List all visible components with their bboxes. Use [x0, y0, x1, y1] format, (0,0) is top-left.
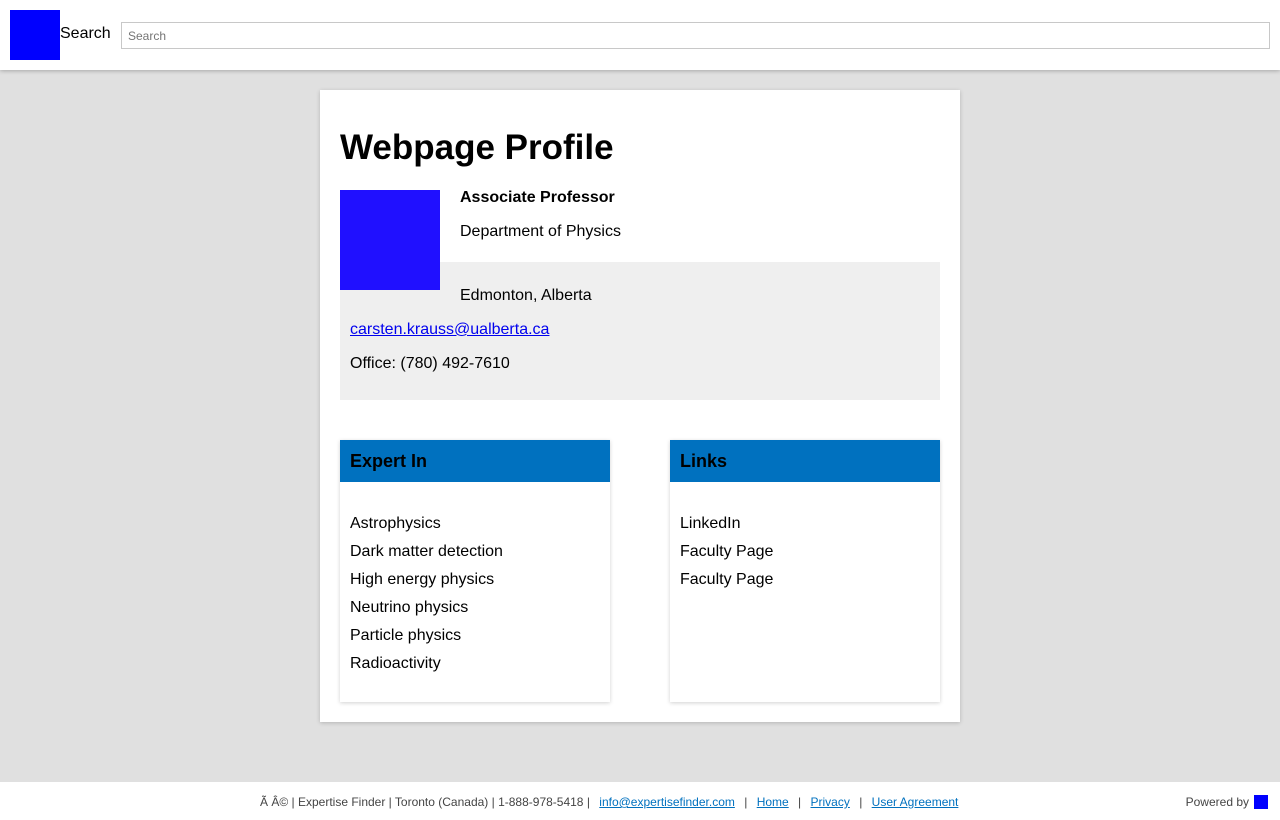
- footer: Ã Â© | Expertise Finder | Toronto (Canad…: [0, 782, 1280, 820]
- location: Edmonton, Alberta: [460, 287, 592, 304]
- avatar: [340, 190, 440, 290]
- footer-separator: |: [859, 795, 863, 809]
- link-item-faculty-page[interactable]: Faculty Page: [680, 538, 930, 566]
- site-logo[interactable]: [10, 10, 60, 60]
- footer-home-link[interactable]: Home: [757, 795, 789, 809]
- footer-separator: |: [798, 795, 802, 809]
- expert-in-heading: Expert In: [340, 440, 610, 482]
- expert-in-list: Astrophysics Dark matter detection High …: [340, 482, 610, 678]
- links-list: LinkedIn Faculty Page Faculty Page: [670, 482, 940, 594]
- department: Department of Physics: [460, 223, 621, 240]
- link-item-linkedin[interactable]: LinkedIn: [680, 510, 930, 538]
- links-panel: Links LinkedIn Faculty Page Faculty Page: [670, 440, 940, 702]
- expert-in-panel: Expert In Astrophysics Dark matter detec…: [340, 440, 610, 702]
- powered-by-label: Powered by: [1185, 795, 1249, 809]
- page-title: Webpage Profile: [340, 128, 614, 167]
- powered-by-logo[interactable]: [1254, 795, 1268, 809]
- footer-email-link[interactable]: info@expertisefinder.com: [599, 795, 735, 809]
- links-heading: Links: [670, 440, 940, 482]
- position-title: Associate Professor: [460, 189, 615, 206]
- top-header: Search: [0, 0, 1280, 70]
- footer-copyright: Ã Â© | Expertise Finder | Toronto (Canad…: [260, 795, 590, 809]
- expertise-item: Astrophysics: [350, 515, 441, 532]
- office-phone: Office: (780) 492-7610: [350, 355, 510, 372]
- powered-by: Powered by: [1186, 794, 1268, 810]
- search-label: Search: [60, 25, 111, 42]
- footer-separator: |: [744, 795, 748, 809]
- footer-info: Ã Â© | Expertise Finder | Toronto (Canad…: [260, 794, 958, 810]
- expertise-item: Particle physics: [350, 627, 462, 644]
- link-item-faculty-page[interactable]: Faculty Page: [680, 566, 930, 594]
- expertise-item: Neutrino physics: [350, 599, 469, 616]
- email-link[interactable]: carsten.krauss@ualberta.ca: [350, 320, 549, 340]
- profile-card: Webpage Profile Associate Professor Depa…: [320, 90, 960, 722]
- search-input[interactable]: [121, 22, 1270, 49]
- footer-privacy-link[interactable]: Privacy: [811, 795, 850, 809]
- expertise-item: Dark matter detection: [350, 543, 503, 560]
- expertise-item: High energy physics: [350, 571, 495, 588]
- expertise-item: Radioactivity: [350, 655, 441, 672]
- footer-user-agreement-link[interactable]: User Agreement: [872, 795, 959, 809]
